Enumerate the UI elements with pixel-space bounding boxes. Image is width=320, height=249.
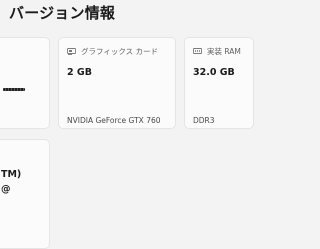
processor-name-line: TM)	[1, 169, 22, 180]
device-card-processor[interactable]: TM) @	[0, 139, 50, 249]
device-card-color[interactable]	[0, 37, 50, 129]
card-subtitle: DDR3	[193, 116, 215, 125]
device-card-graphics[interactable]: グラフィックス カード 2 GB NVIDIA GeForce GTX 760	[58, 37, 176, 129]
card-value: 2 GB	[67, 67, 92, 78]
page-title: バージョン情報	[9, 4, 116, 22]
card-label: 実装 RAM	[207, 47, 241, 56]
card-header: グラフィックス カード	[67, 46, 158, 57]
card-value: 32.0 GB	[193, 67, 235, 78]
card-header: 実装 RAM	[193, 46, 241, 57]
card-subtitle: NVIDIA GeForce GTX 760	[67, 116, 161, 125]
card-label: グラフィックス カード	[81, 47, 159, 56]
color-swatch-bar	[3, 88, 25, 91]
ram-icon	[193, 48, 202, 54]
device-card-ram[interactable]: 実装 RAM 32.0 GB DDR3	[184, 37, 254, 129]
processor-speed-line: @	[1, 184, 11, 195]
gpu-card-icon	[67, 48, 76, 55]
